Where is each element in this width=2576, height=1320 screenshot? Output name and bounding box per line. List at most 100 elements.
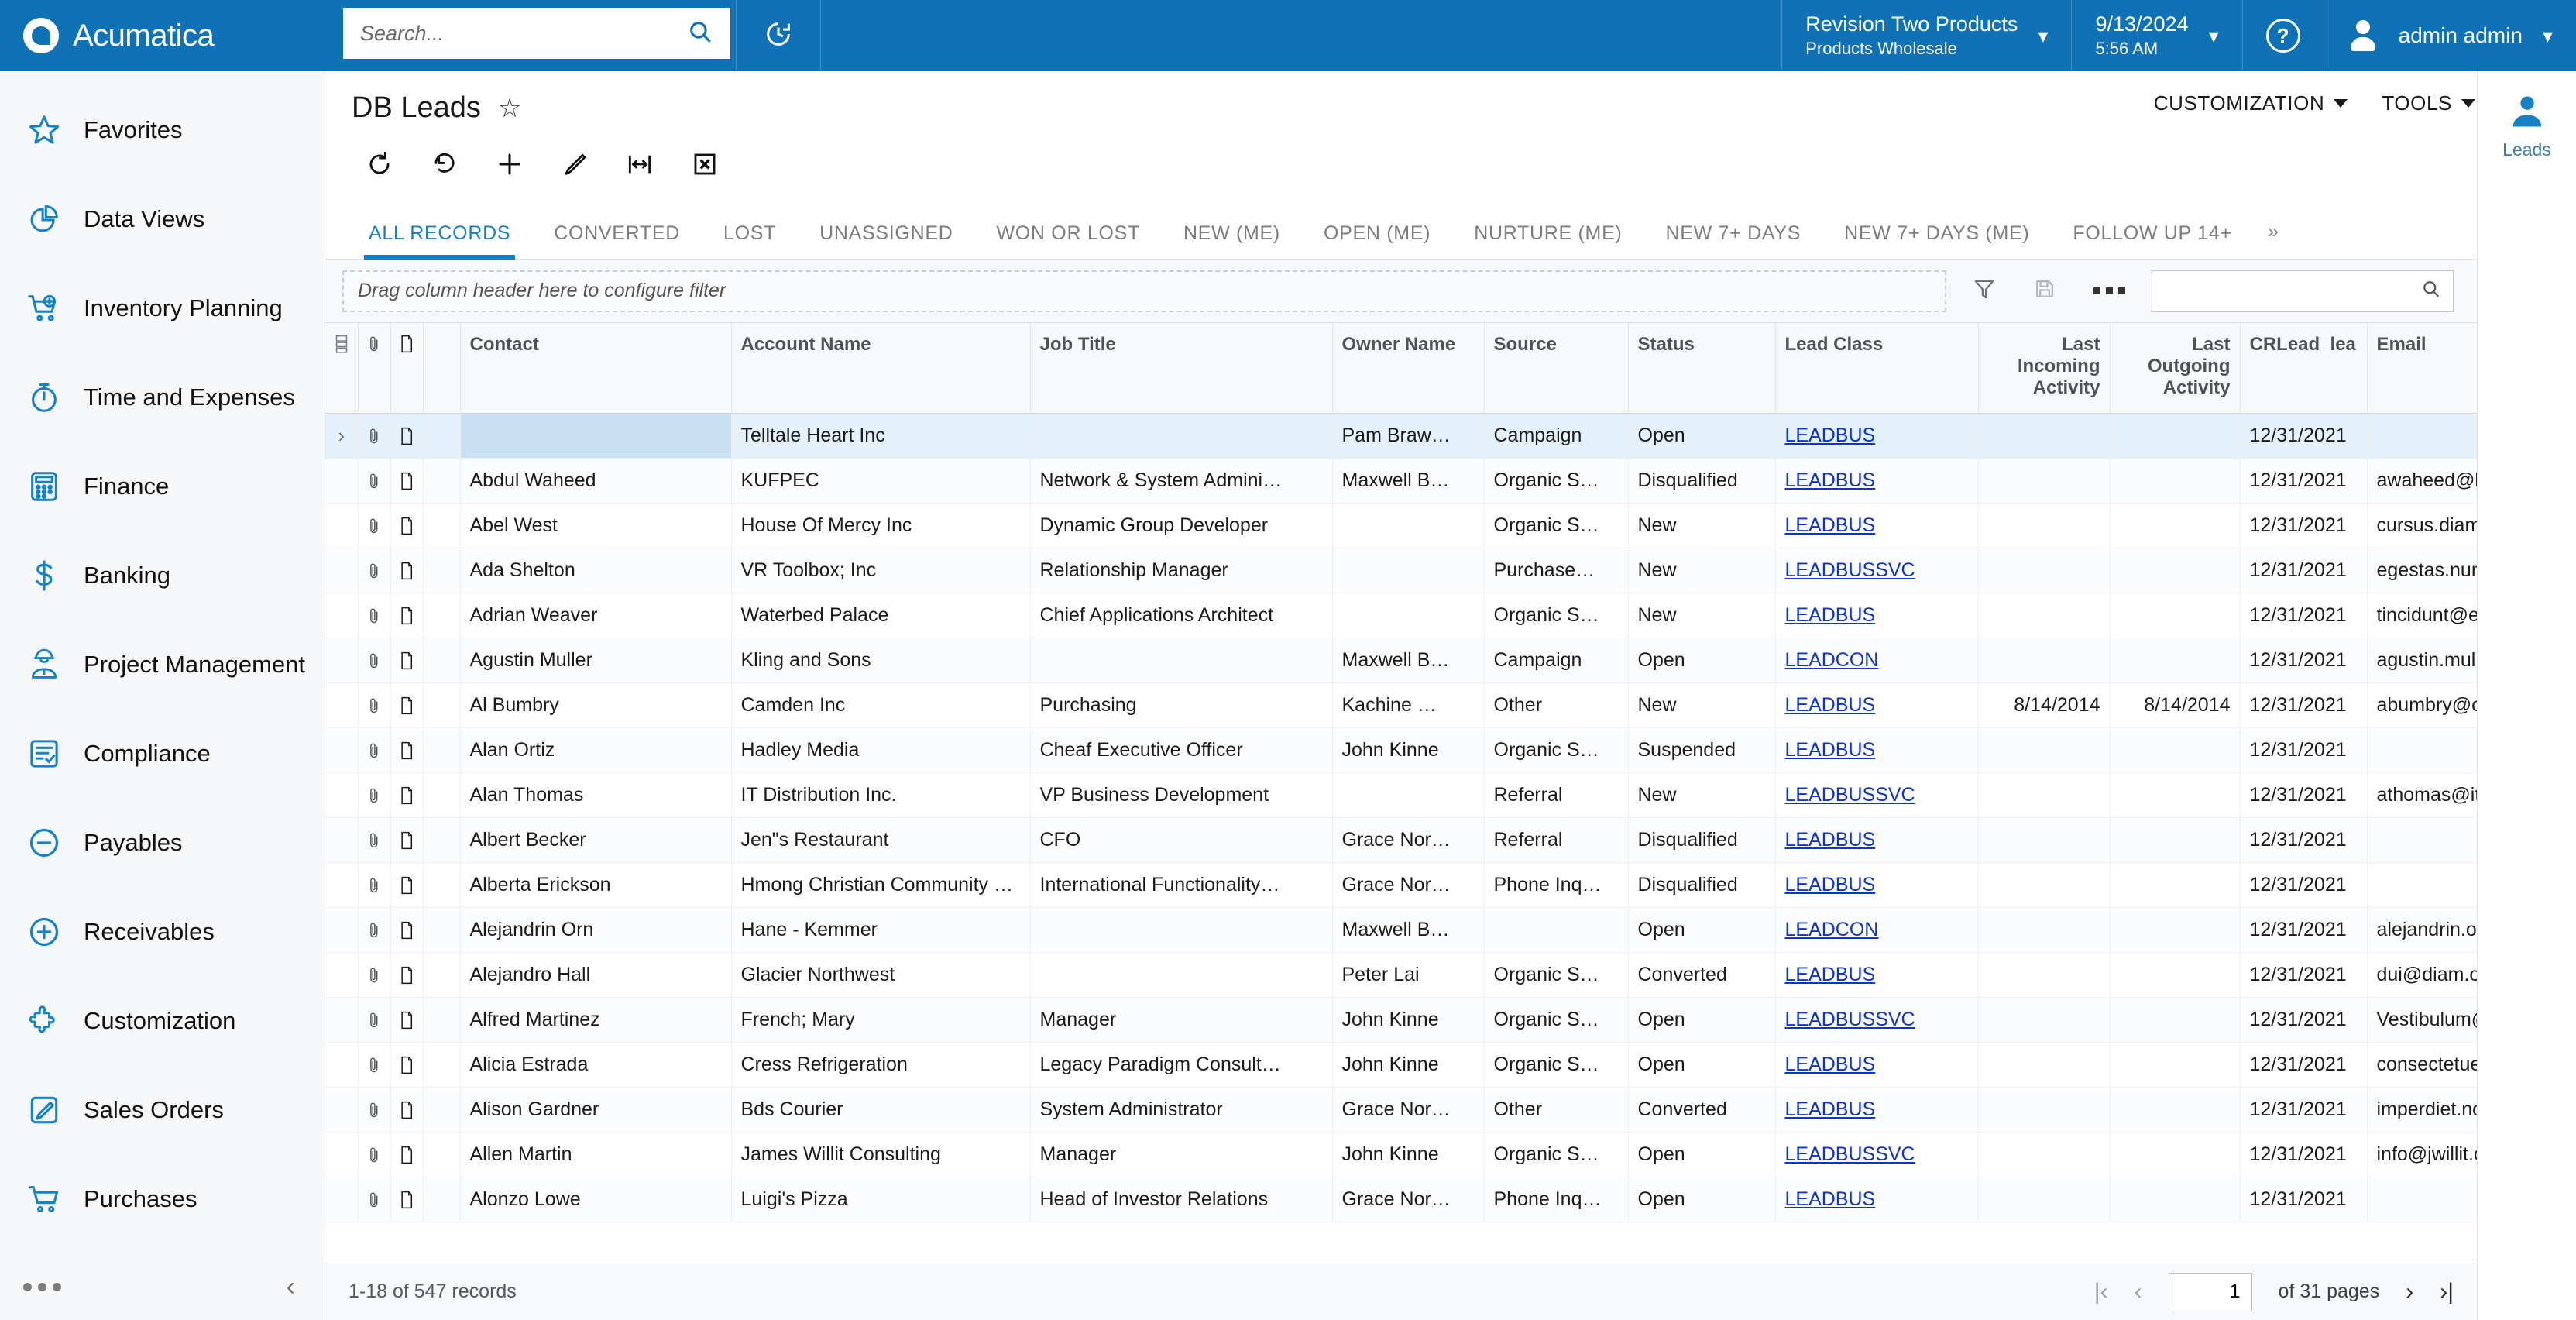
row-expand-toggle[interactable] — [325, 862, 359, 908]
tools-menu[interactable]: TOOLS — [2382, 91, 2475, 115]
sidebar-item-receivables[interactable]: Receivables — [0, 887, 325, 976]
search-input[interactable] — [360, 21, 687, 46]
filter-settings-button[interactable] — [1962, 276, 2007, 306]
last-page-icon[interactable]: ›| — [2440, 1279, 2454, 1305]
help-button[interactable]: ? — [2241, 0, 2324, 71]
row-note-icon[interactable] — [390, 503, 424, 548]
row-attachment-icon[interactable] — [358, 907, 391, 953]
column-header-last-outgoing-activity[interactable]: Last Outgoing Activity — [2110, 323, 2241, 414]
add-new-record-button[interactable] — [477, 142, 542, 190]
tab-new-7-days[interactable]: NEW 7+ DAYS — [1643, 224, 1822, 259]
undo-button[interactable] — [412, 142, 477, 190]
lead-class-link[interactable]: LEADBUS — [1785, 1098, 1876, 1120]
row-attachment-icon[interactable] — [358, 727, 391, 773]
row-note-icon[interactable] — [390, 458, 424, 504]
row-expand-toggle[interactable]: › — [325, 413, 359, 459]
lead-class-link[interactable]: LEADBUSSVC — [1785, 1143, 1915, 1165]
column-header-account-name[interactable]: Account Name — [731, 323, 1031, 414]
adjust-column-width-button[interactable] — [607, 142, 672, 190]
row-attachment-icon[interactable] — [358, 413, 391, 459]
first-page-icon[interactable]: |‹ — [2094, 1279, 2108, 1305]
tab-unassigned[interactable]: UNASSIGNED — [798, 224, 974, 259]
page-number-input[interactable] — [2168, 1272, 2252, 1311]
table-row[interactable]: Alfred Martinez French; Mary Manager John K… — [325, 997, 2477, 1043]
row-attachment-icon[interactable] — [358, 593, 391, 638]
row-expand-toggle[interactable] — [325, 727, 359, 773]
lead-class-link[interactable]: LEADBUS — [1785, 874, 1876, 895]
filter-drop-zone[interactable]: Drag column header here to configure fil… — [342, 270, 1946, 312]
lead-class-link[interactable]: LEADBUS — [1785, 829, 1876, 851]
table-row[interactable]: Al Bumbry Camden Inc Purchasing Kachine … Ot… — [325, 682, 2477, 728]
row-expand-toggle[interactable] — [325, 458, 359, 504]
user-menu[interactable]: admin admin ▾ — [2323, 0, 2576, 71]
column-header-owner-name[interactable]: Owner Name — [1332, 323, 1485, 414]
table-row[interactable]: Abdul Waheed KUFPEC Network & System Admin… — [325, 458, 2477, 504]
tab-won-or-lost[interactable]: WON OR LOST — [974, 224, 1161, 259]
lead-class-link[interactable]: LEADCON — [1785, 649, 1879, 671]
business-date-selector[interactable]: 9/13/2024 5:56 AM ▾ — [2071, 0, 2241, 71]
row-note-icon[interactable] — [390, 952, 424, 998]
search-icon[interactable] — [687, 19, 713, 49]
table-row[interactable]: Alan Thomas IT Distribution Inc. VP Busine… — [325, 772, 2477, 818]
row-note-icon[interactable] — [390, 727, 424, 773]
row-attachment-icon[interactable] — [358, 638, 391, 683]
tab-new-me[interactable]: NEW (ME) — [1162, 224, 1302, 259]
refresh-button[interactable] — [347, 142, 412, 190]
row-attachment-icon[interactable] — [358, 862, 391, 908]
prev-page-icon[interactable]: ‹ — [2135, 1279, 2142, 1305]
brand-logo[interactable]: Acumatica — [0, 0, 325, 71]
grid-search-input[interactable] — [2163, 280, 2420, 302]
clock-button[interactable] — [736, 0, 821, 71]
row-expand-toggle[interactable] — [325, 952, 359, 998]
row-expand-toggle[interactable] — [325, 1042, 359, 1088]
edit-button[interactable] — [542, 142, 607, 190]
row-attachment-icon[interactable] — [358, 458, 391, 504]
leads-person-icon[interactable] — [2507, 91, 2547, 132]
star-outline-icon[interactable]: ☆ — [498, 95, 521, 122]
row-attachment-icon[interactable] — [358, 772, 391, 818]
row-attachment-icon[interactable] — [358, 503, 391, 548]
row-note-icon[interactable] — [390, 997, 424, 1043]
sidebar-item-time-and-expenses[interactable]: Time and Expenses — [0, 352, 325, 442]
lead-class-link[interactable]: LEADBUSSVC — [1785, 784, 1915, 806]
row-attachment-icon[interactable] — [358, 817, 391, 863]
row-note-icon[interactable] — [390, 593, 424, 638]
sidebar-item-finance[interactable]: Finance — [0, 442, 325, 531]
row-note-icon[interactable] — [390, 1177, 424, 1222]
row-attachment-icon[interactable] — [358, 1087, 391, 1133]
row-note-icon[interactable] — [390, 907, 424, 953]
row-expand-toggle[interactable] — [325, 997, 359, 1043]
global-search[interactable] — [343, 8, 730, 59]
lead-class-link[interactable]: LEADBUS — [1785, 469, 1876, 491]
table-row[interactable]: › Telltale Heart Inc Pam Braw… Campaign Open… — [325, 413, 2477, 459]
company-selector[interactable]: Revision Two Products Products Wholesale… — [1781, 0, 2071, 71]
row-expand-toggle[interactable] — [325, 772, 359, 818]
lead-class-link[interactable]: LEADBUS — [1785, 604, 1876, 626]
sidebar-item-project-management[interactable]: Project Management — [0, 620, 325, 709]
tab-open-me[interactable]: OPEN (ME) — [1302, 224, 1452, 259]
column-header-job-title[interactable]: Job Title — [1030, 323, 1333, 414]
sidebar-item-sales-orders[interactable]: Sales Orders — [0, 1065, 325, 1154]
lead-class-link[interactable]: LEADBUS — [1785, 514, 1876, 536]
table-row[interactable]: Alan Ortiz Hadley Media Cheaf Executive Of… — [325, 727, 2477, 773]
row-expand-toggle[interactable] — [325, 503, 359, 548]
column-header-crlead[interactable]: CRLead_lea — [2240, 323, 2368, 414]
column-header-contact[interactable]: Contact — [460, 323, 732, 414]
lead-class-link[interactable]: LEADBUS — [1785, 1188, 1876, 1210]
sidebar-item-payables[interactable]: Payables — [0, 798, 325, 887]
export-to-excel-button[interactable] — [672, 142, 737, 190]
files-header[interactable] — [358, 323, 391, 414]
lead-class-link[interactable]: LEADBUS — [1785, 425, 1876, 446]
grid-search-box[interactable] — [2152, 270, 2454, 312]
table-row[interactable]: Alejandrin Orn Hane - Kemmer Maxwell B… Ope… — [325, 907, 2477, 953]
table-row[interactable]: Agustin Muller Kling and Sons Maxwell B… Ca… — [325, 638, 2477, 683]
lead-class-link[interactable]: LEADBUS — [1785, 1054, 1876, 1075]
column-header-source[interactable]: Source — [1484, 323, 1629, 414]
tab-converted[interactable]: CONVERTED — [532, 224, 702, 259]
column-header-status[interactable]: Status — [1628, 323, 1776, 414]
table-row[interactable]: Allen Martin James Willit Consulting Manag… — [325, 1132, 2477, 1177]
row-expand-toggle[interactable] — [325, 682, 359, 728]
table-row[interactable]: Adrian Weaver Waterbed Palace Chief Applic… — [325, 593, 2477, 638]
table-row[interactable]: Ada Shelton VR Toolbox; Inc Relationship M… — [325, 548, 2477, 593]
tab-lost[interactable]: LOST — [702, 224, 798, 259]
